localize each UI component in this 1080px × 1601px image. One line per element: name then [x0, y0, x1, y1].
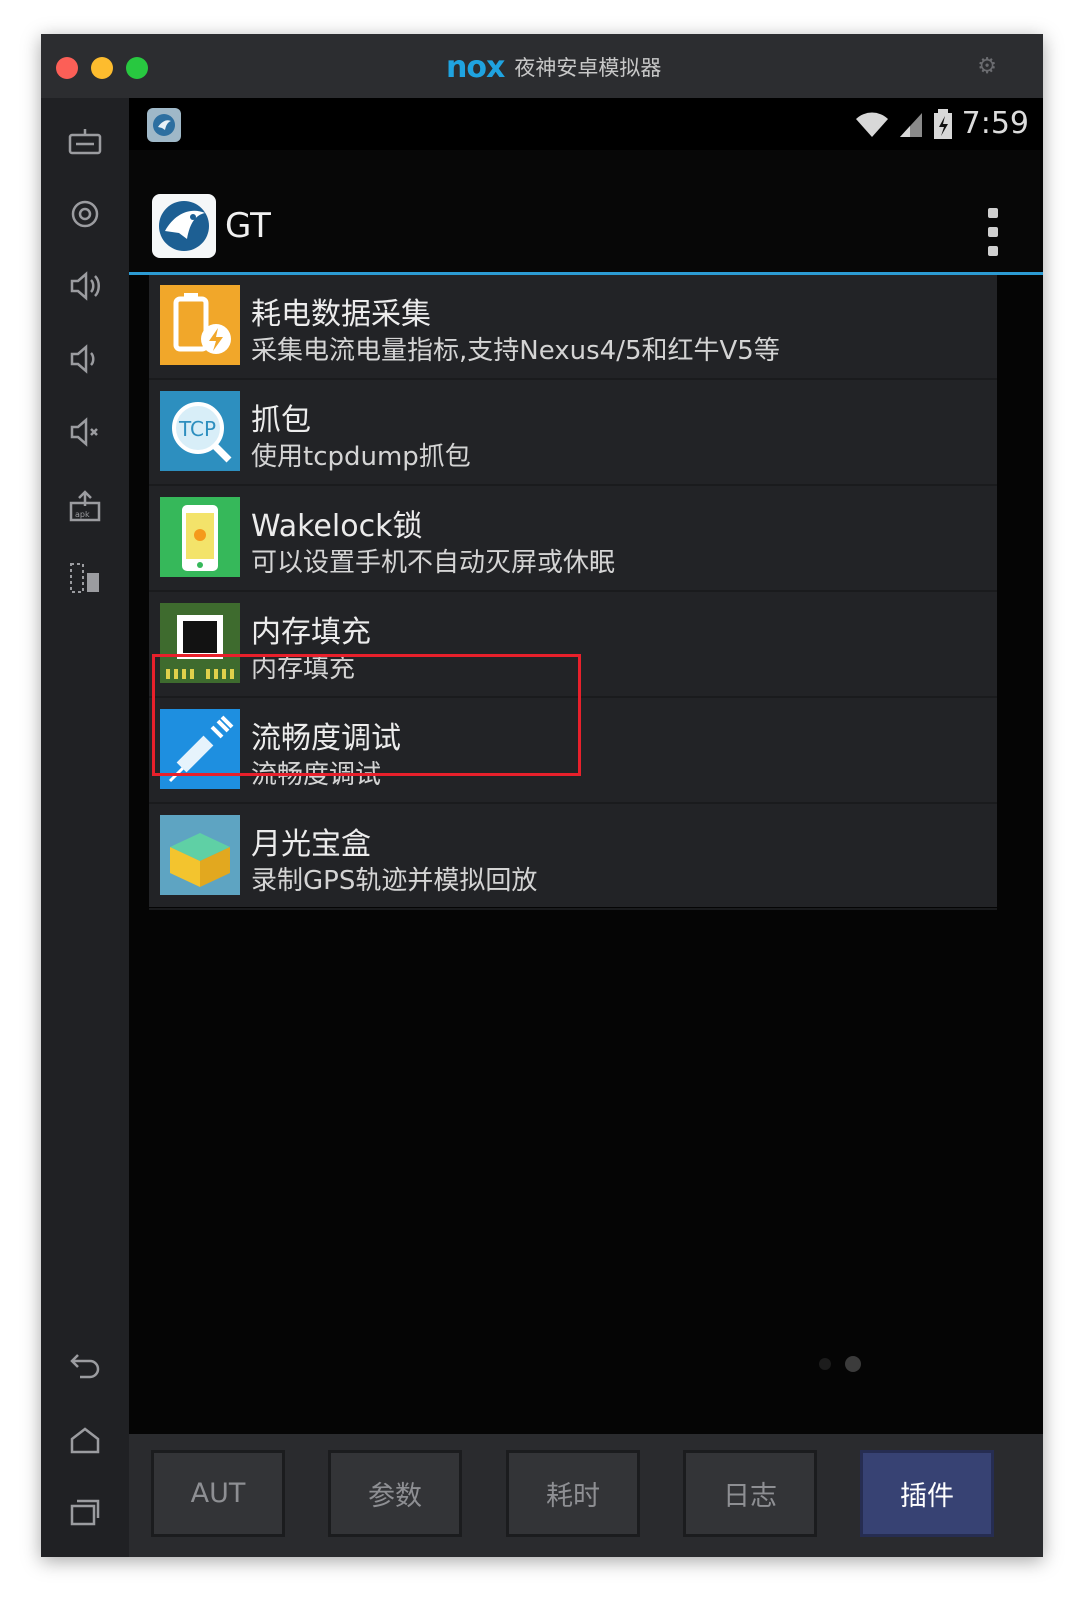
battery-icon [160, 285, 240, 365]
plugin-name: 流畅度调试 [251, 721, 401, 756]
gt-tab-bar: AUT 参数 耗时 日志 插件 [129, 1434, 1043, 1557]
battery-charging-icon [933, 108, 952, 139]
plugin-name: 抓包 [251, 403, 311, 438]
gt-app-logo [152, 194, 216, 258]
svg-text:TCP: TCP [178, 417, 216, 441]
volume-up-icon[interactable] [65, 266, 105, 306]
plugin-list: 耗电数据采集 采集电流电量指标,支持Nexus4/5和红牛V5等 TCP 抓包 … [149, 275, 997, 910]
plugin-item-wakelock[interactable]: Wakelock锁 可以设置手机不自动灭屏或休眠 [149, 487, 997, 592]
wifi-icon [855, 112, 888, 137]
window-title: 夜神安卓模拟器 [514, 56, 662, 80]
app-action-bar: GT [129, 150, 1043, 275]
status-icons: 7:59 [854, 106, 1029, 141]
tab-log[interactable]: 日志 [683, 1450, 817, 1537]
back-icon[interactable] [65, 1346, 105, 1386]
status-bar: 7:59 [129, 98, 1043, 150]
plugin-name: 耗电数据采集 [251, 297, 431, 332]
multi-window-icon[interactable] [65, 558, 105, 598]
tab-aut[interactable]: AUT [151, 1450, 285, 1537]
keyboard-icon[interactable] [65, 122, 105, 162]
plugin-desc: 可以设置手机不自动灭屏或休眠 [251, 548, 616, 578]
plugin-desc: 内存填充 [251, 654, 356, 684]
plugin-item-moonlight-box[interactable]: 月光宝盒 录制GPS轨迹并模拟回放 [149, 805, 997, 910]
home-icon[interactable] [65, 1420, 105, 1460]
plugin-desc: 采集电流电量指标,支持Nexus4/5和红牛V5等 [251, 336, 780, 366]
overflow-menu-icon[interactable] [987, 208, 999, 256]
settings-gear-icon[interactable]: ⚙ [977, 54, 997, 79]
tcp-icon: TCP [160, 391, 240, 471]
emulator-sidebar: apk [41, 98, 129, 1557]
tab-plugins[interactable]: 插件 [860, 1450, 994, 1537]
plugin-item-power-data[interactable]: 耗电数据采集 采集电流电量指标,支持Nexus4/5和红牛V5等 [149, 275, 997, 380]
status-time: 7:59 [961, 106, 1029, 141]
mute-icon[interactable] [65, 412, 105, 452]
svg-text:apk: apk [75, 510, 90, 519]
android-screen: 7:59 GT 耗电数据采集 采集电流电量指标,支持Nexus4/5和红牛V5等… [129, 98, 1043, 1557]
minimize-window-button[interactable] [91, 57, 113, 79]
phone-light-icon [160, 497, 240, 577]
window-brand: nox 夜神安卓模拟器 [446, 49, 662, 85]
plugin-item-memory-fill[interactable]: 内存填充 内存填充 [149, 593, 997, 698]
tab-params[interactable]: 参数 [328, 1450, 462, 1537]
plugin-item-smoothness-debug[interactable]: 流畅度调试 流畅度调试 [149, 699, 997, 804]
syringe-icon [160, 709, 240, 789]
plugin-name: Wakelock锁 [251, 509, 423, 544]
plugin-name: 月光宝盒 [251, 827, 371, 862]
tab-timing[interactable]: 耗时 [506, 1450, 640, 1537]
title-bar: nox 夜神安卓模拟器 ⚙ [41, 34, 1043, 98]
page-indicator [819, 1356, 861, 1372]
nox-logo: nox [446, 49, 505, 85]
plugin-item-packet-capture[interactable]: TCP 抓包 使用tcpdump抓包 [149, 381, 997, 486]
signal-icon [899, 112, 922, 137]
app-title: GT [225, 206, 271, 246]
gt-notification-icon [147, 108, 181, 142]
plugin-desc: 流畅度调试 [251, 760, 382, 790]
volume-down-icon[interactable] [65, 339, 105, 379]
zoom-window-button[interactable] [126, 57, 148, 79]
plugin-desc: 使用tcpdump抓包 [251, 442, 471, 472]
recent-apps-icon[interactable] [65, 1492, 105, 1532]
memory-chip-icon [160, 603, 240, 683]
close-window-button[interactable] [56, 57, 78, 79]
emulator-window: nox 夜神安卓模拟器 ⚙ apk 7:59 GT 耗电数据采集 采集电流电量指… [41, 34, 1043, 1557]
plugin-desc: 录制GPS轨迹并模拟回放 [251, 866, 538, 896]
plugin-name: 内存填充 [251, 615, 371, 650]
location-icon[interactable] [65, 194, 105, 234]
apk-install-icon[interactable]: apk [65, 486, 105, 526]
treasure-box-icon [160, 815, 240, 895]
